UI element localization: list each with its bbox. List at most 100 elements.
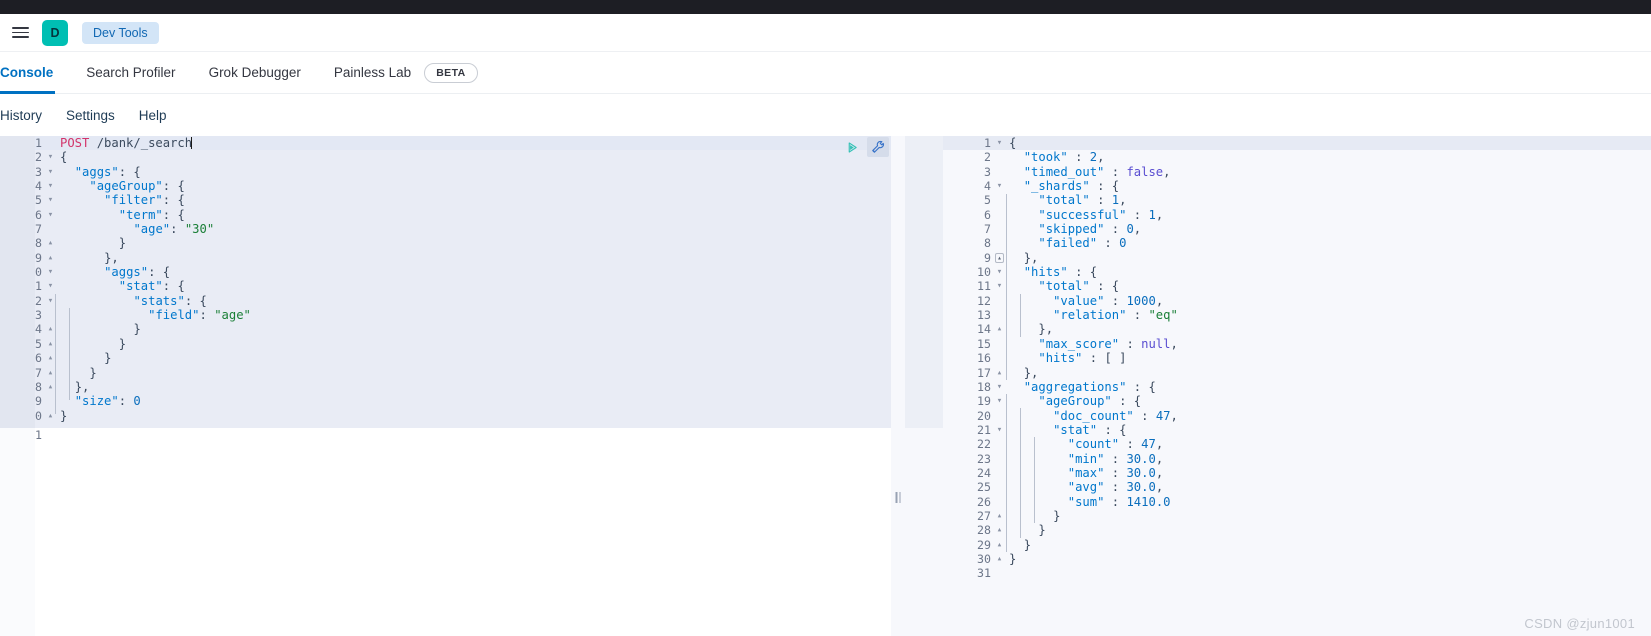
fold-down-icon[interactable]: ▾ — [993, 179, 1006, 193]
code-line[interactable]: 19 ▾ "ageGroup" : { — [943, 394, 1651, 408]
fold-down-icon[interactable]: ▾ — [993, 265, 1006, 279]
fold-down-icon[interactable]: ▾ — [44, 179, 57, 193]
response-editor[interactable]: 1 ▾{2 "took" : 2, 3 "timed_out" : false, 4 ▾… — [943, 136, 1651, 636]
wrench-icon[interactable] — [867, 137, 889, 157]
breadcrumb-dev-tools[interactable]: Dev Tools — [82, 21, 159, 44]
code-line[interactable]: 27 ▴ } — [943, 509, 1651, 523]
code-line[interactable]: 12 ▾ "stats": { — [0, 293, 891, 309]
fold-up-icon[interactable]: ▴ — [993, 552, 1006, 566]
code-line[interactable]: 21 ▾ "stat" : { — [943, 423, 1651, 437]
request-editor-highlight[interactable]: 1 POST /bank/_search 2 ▾{3 ▾ "aggs": {4 ▾ "ag… — [0, 136, 891, 428]
fold-down-icon[interactable]: ▾ — [993, 380, 1006, 394]
beta-badge: BETA — [424, 62, 478, 83]
fold-up-icon[interactable]: ▴ — [993, 523, 1006, 537]
code-line[interactable]: 7 "age": "30" — [0, 222, 891, 237]
code-line[interactable]: 2 ▾{ — [0, 150, 891, 165]
code-line[interactable]: 21 — [0, 428, 891, 443]
code-line[interactable]: 31 — [943, 566, 1651, 580]
fold-down-icon[interactable]: ▾ — [44, 279, 57, 293]
code-line[interactable]: 20 ▴} — [0, 408, 891, 423]
fold-up-icon[interactable]: ▴ — [44, 251, 57, 265]
code-line[interactable]: 13 "field": "age" — [0, 308, 891, 323]
fold-up-icon[interactable]: ▴ — [993, 322, 1006, 336]
code-line[interactable]: 28 ▴ } — [943, 523, 1651, 537]
code-line[interactable]: 19 "size": 0 — [0, 394, 891, 409]
sub-nav-settings[interactable]: Settings — [66, 108, 115, 123]
fold-down-icon[interactable]: ▾ — [993, 394, 1006, 408]
code-line[interactable]: 5 "total" : 1, — [943, 193, 1651, 207]
code-line[interactable]: 2 "took" : 2, — [943, 150, 1651, 164]
fold-down-icon[interactable]: ▾ — [44, 150, 57, 164]
code-line[interactable]: 15 ▴ } — [0, 336, 891, 352]
fold-up-icon[interactable]: ▴ — [44, 236, 57, 250]
request-code-lines[interactable]: 1 POST /bank/_search 2 ▾{3 ▾ "aggs": {4 ▾ "ag… — [0, 136, 891, 423]
code-line[interactable]: 17 ▴ } — [0, 365, 891, 380]
code-line[interactable]: 25 "avg" : 30.0, — [943, 480, 1651, 494]
code-line[interactable]: 8 ▴ } — [0, 236, 891, 251]
response-code-lines[interactable]: 1 ▾{2 "took" : 2, 3 "timed_out" : false, 4 ▾… — [943, 136, 1651, 581]
code-line[interactable]: 29 ▴ } — [943, 538, 1651, 552]
fold-down-icon[interactable]: ▾ — [44, 265, 57, 279]
code-line[interactable]: 1 ▾{ — [943, 136, 1651, 151]
code-line[interactable]: 26 "sum" : 1410.0 — [943, 495, 1651, 509]
code-line[interactable]: 14 ▴ } — [0, 322, 891, 337]
code-line[interactable]: 3 ▾ "aggs": { — [0, 164, 891, 180]
code-line[interactable]: 4 ▾ "ageGroup": { — [0, 179, 891, 194]
code-line[interactable]: 14 ▴ }, — [943, 322, 1651, 336]
sub-nav-history[interactable]: History — [0, 108, 42, 123]
fold-up-icon[interactable]: ▴ — [993, 509, 1006, 523]
code-line[interactable]: 6 ▾ "term": { — [0, 207, 891, 223]
tab-grok-debugger[interactable]: Grok Debugger — [209, 52, 301, 94]
code-line[interactable]: 9 ▴ }, — [943, 251, 1651, 265]
code-line[interactable]: 1 POST /bank/_search — [0, 136, 891, 151]
code-line[interactable]: 7 "skipped" : 0, — [943, 222, 1651, 236]
code-line[interactable]: 20 "doc_count" : 47, — [943, 409, 1651, 423]
code-line[interactable]: 18 ▴ }, — [0, 379, 891, 395]
space-avatar[interactable]: D — [42, 19, 68, 46]
tab-painless-lab[interactable]: Painless Lab — [334, 52, 411, 94]
fold-up-icon[interactable]: ▴ — [993, 366, 1006, 380]
request-editor-empty-area[interactable]: 21 — [0, 428, 891, 636]
code-line[interactable]: 12 "value" : 1000, — [943, 294, 1651, 308]
fold-down-icon[interactable]: ▾ — [993, 279, 1006, 293]
tab-search-profiler[interactable]: Search Profiler — [86, 52, 175, 94]
code-line[interactable]: 15 "max_score" : null, — [943, 337, 1651, 351]
tab-search-profiler-label: Search Profiler — [86, 65, 176, 80]
hamburger-menu-icon[interactable] — [6, 19, 34, 47]
code-line[interactable]: 22 "count" : 47, — [943, 437, 1651, 451]
code-line-text: "field": "age" — [148, 308, 251, 323]
code-line[interactable]: 3 "timed_out" : false, — [943, 165, 1651, 179]
fold-down-icon[interactable]: ▾ — [44, 165, 57, 179]
fold-up-icon[interactable]: ▴ — [993, 538, 1006, 552]
code-line-text: "relation" : "eq" — [1053, 308, 1178, 323]
pane-splitter[interactable] — [891, 136, 905, 636]
play-icon[interactable] — [841, 137, 863, 157]
code-line[interactable]: 16 ▴ } — [0, 351, 891, 366]
code-line[interactable]: 6 "successful" : 1, — [943, 208, 1651, 222]
code-line[interactable]: 11 ▾ "total" : { — [943, 279, 1651, 293]
fold-down-icon[interactable]: ▾ — [44, 193, 57, 207]
code-line[interactable]: 18 ▾ "aggregations" : { — [943, 380, 1651, 394]
tab-console[interactable]: Console — [0, 52, 56, 94]
code-line[interactable]: 5 ▾ "filter": { — [0, 193, 891, 208]
code-line[interactable]: 9 ▴ }, — [0, 250, 891, 266]
code-line-text: "avg" : 30.0, — [1067, 480, 1164, 495]
line-number: 16 — [977, 351, 991, 366]
request-code-lines-lower[interactable]: 21 — [0, 428, 891, 443]
code-line[interactable]: 4 ▾ "_shards" : { — [943, 179, 1651, 193]
code-line[interactable]: 24 "max" : 30.0, — [943, 466, 1651, 480]
code-line[interactable]: 10 ▾ "aggs": { — [0, 265, 891, 280]
code-line[interactable]: 17 ▴ }, — [943, 366, 1651, 380]
fold-down-icon[interactable]: ▾ — [993, 136, 1006, 150]
fold-down-icon[interactable]: ▾ — [44, 208, 57, 222]
fold-down-icon[interactable]: ▾ — [993, 423, 1006, 437]
code-line[interactable]: 8 "failed" : 0 — [943, 236, 1651, 250]
code-line[interactable]: 10 ▾ "hits" : { — [943, 265, 1651, 279]
code-line[interactable]: 23 "min" : 30.0, — [943, 452, 1651, 466]
code-line[interactable]: 13 "relation" : "eq" — [943, 308, 1651, 322]
code-line[interactable]: 11 ▾ "stat": { — [0, 279, 891, 294]
fold-up-icon[interactable]: ▴ — [993, 251, 1006, 265]
code-line[interactable]: 30 ▴} — [943, 552, 1651, 566]
code-line[interactable]: 16 "hits" : [ ] — [943, 351, 1651, 365]
sub-nav-help[interactable]: Help — [139, 108, 167, 123]
